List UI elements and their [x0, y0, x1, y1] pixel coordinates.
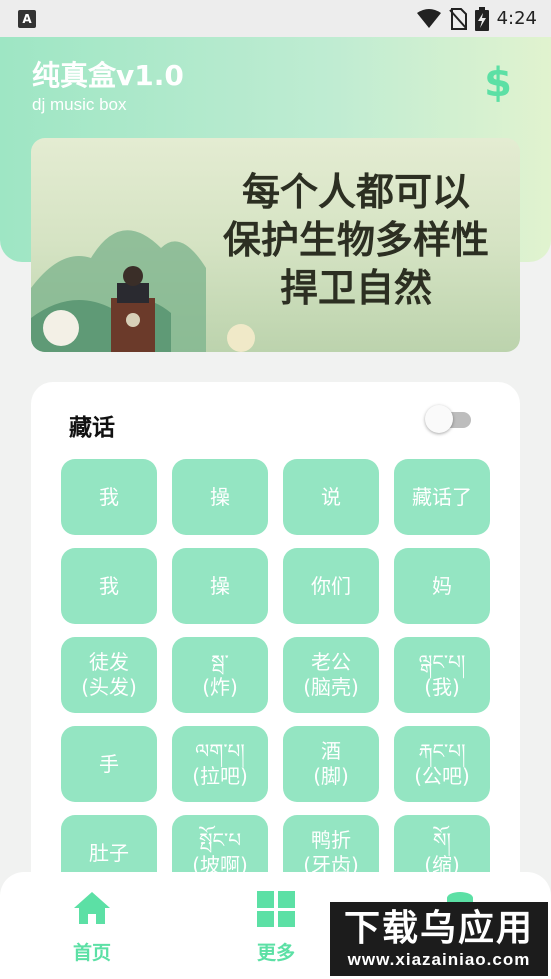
phrase-button[interactable]: ལག་པ། (拉吧) — [172, 726, 268, 802]
banner-line: 每个人都可以 — [241, 169, 470, 214]
phrase-button[interactable]: 我 — [61, 459, 157, 535]
phrase-grid: 我 操 说 藏话了 我 操 你们 妈 徒发 (头发) སྦ་ (炸) 老公 (脑… — [61, 459, 491, 891]
phrase-button[interactable]: 妈 — [394, 548, 490, 624]
banner-image[interactable]: 每个人都可以 保护生物多样性 捍卫自然 — [31, 138, 520, 352]
status-left: A — [18, 9, 36, 28]
app-subtitle: dj music box — [32, 95, 127, 114]
toggle-knob — [425, 405, 453, 433]
phrase-card: 藏话 我 操 说 藏话了 我 操 你们 妈 徒发 (头发) སྦ་ (炸) 老公… — [31, 382, 520, 902]
phrase-button[interactable]: 说 — [283, 459, 379, 535]
phrase-button[interactable]: ལྒང་པ། (我) — [394, 637, 490, 713]
app-notification-icon: A — [18, 9, 36, 28]
banner-line: 捍卫自然 — [279, 265, 432, 310]
watermark-title: 下载乌应用 — [343, 907, 534, 949]
phrase-button[interactable]: རྐང་པ། (公吧) — [394, 726, 490, 802]
phrase-button[interactable]: 操 — [172, 459, 268, 535]
no-sim-icon — [448, 7, 467, 30]
phrase-button[interactable]: 我 — [61, 548, 157, 624]
nav-item-more[interactable]: 更多 — [216, 872, 336, 979]
phrase-button[interactable]: 老公 (脑壳) — [283, 637, 379, 713]
phrase-button[interactable]: 手 — [61, 726, 157, 802]
mode-toggle[interactable] — [425, 405, 471, 433]
nav-label-more: 更多 — [256, 942, 295, 964]
banner-caption: 每个人都可以 保护生物多样性 捍卫自然 — [196, 168, 516, 312]
app-title: 纯真盒v1.0 — [32, 59, 184, 92]
phrase-button[interactable]: 徒发 (头发) — [61, 637, 157, 713]
status-bar: A 4:24 — [0, 0, 551, 37]
watermark-url: www.xiazainiao.com — [347, 950, 531, 969]
phrase-button[interactable]: 你们 — [283, 548, 379, 624]
nav-item-home[interactable]: 首页 — [32, 872, 152, 979]
banner-line: 保护生物多样性 — [222, 217, 489, 262]
phrase-button[interactable]: སྦ་ (炸) — [172, 637, 268, 713]
status-right: 4:24 — [416, 6, 537, 31]
clock: 4:24 — [496, 8, 537, 29]
phrase-button[interactable]: 藏话了 — [394, 459, 490, 535]
phrase-button[interactable]: 操 — [172, 548, 268, 624]
grid-icon — [216, 890, 336, 928]
home-icon — [32, 890, 152, 926]
watermark-logo: 下载乌应用 www.xiazainiao.com — [330, 902, 548, 976]
wifi-icon — [416, 8, 441, 29]
dollar-icon[interactable]: $ — [481, 60, 515, 106]
phrase-button[interactable]: 酒 (脚) — [283, 726, 379, 802]
card-title: 藏话 — [69, 415, 115, 441]
nav-label-home: 首页 — [72, 942, 111, 964]
battery-charging-icon — [474, 6, 489, 31]
